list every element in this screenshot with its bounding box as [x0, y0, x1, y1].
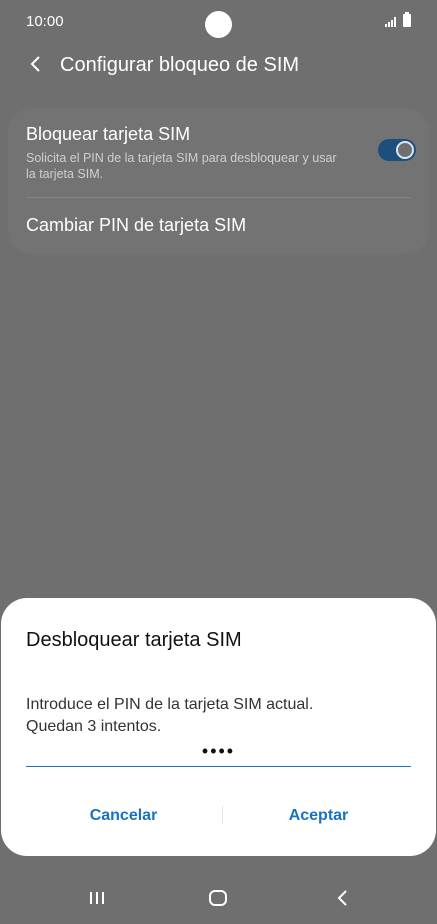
camera-cutout: [205, 11, 232, 38]
dialog-message-line1: Introduce el PIN de la tarjeta SIM actua…: [26, 696, 314, 713]
home-icon[interactable]: [208, 889, 228, 907]
lock-sim-subtitle: Solicita el PIN de la tarjeta SIM para d…: [26, 151, 337, 181]
lock-sim-row[interactable]: Bloquear tarjeta SIM Solicita el PIN de …: [26, 124, 426, 194]
change-pin-row[interactable]: Cambiar PIN de tarjeta SIM: [26, 215, 246, 236]
navigation-bar: [0, 880, 437, 920]
signal-icon: [385, 17, 396, 27]
status-time: 10:00: [26, 13, 64, 30]
unlock-sim-dialog: Desbloquear tarjeta SIM Introduce el PIN…: [1, 598, 436, 856]
battery-icon: [403, 12, 411, 27]
cancel-button[interactable]: Cancelar: [26, 798, 221, 834]
dialog-title: Desbloquear tarjeta SIM: [26, 629, 242, 651]
dialog-actions: Cancelar Aceptar: [1, 798, 436, 834]
chevron-left-icon[interactable]: [28, 54, 42, 74]
back-icon[interactable]: [335, 888, 349, 908]
page-title: Configurar bloqueo de SIM: [60, 54, 300, 76]
dialog-message: Introduce el PIN de la tarjeta SIM actua…: [26, 694, 416, 738]
dialog-message-line2: Quedan 3 intentos.: [26, 718, 162, 735]
lock-sim-title: Bloquear tarjeta SIM: [26, 124, 191, 144]
pin-input[interactable]: [26, 736, 411, 767]
lock-sim-toggle[interactable]: [378, 139, 416, 161]
screen: 10:00 Configurar bloqueo de SIM Bloquear…: [0, 0, 437, 924]
status-bar: 10:00: [0, 0, 437, 44]
app-header: Configurar bloqueo de SIM: [0, 48, 437, 84]
toggle-knob: [396, 141, 414, 159]
settings-divider: [26, 197, 411, 198]
accept-button[interactable]: Aceptar: [221, 798, 416, 834]
recent-apps-icon[interactable]: [88, 890, 106, 906]
